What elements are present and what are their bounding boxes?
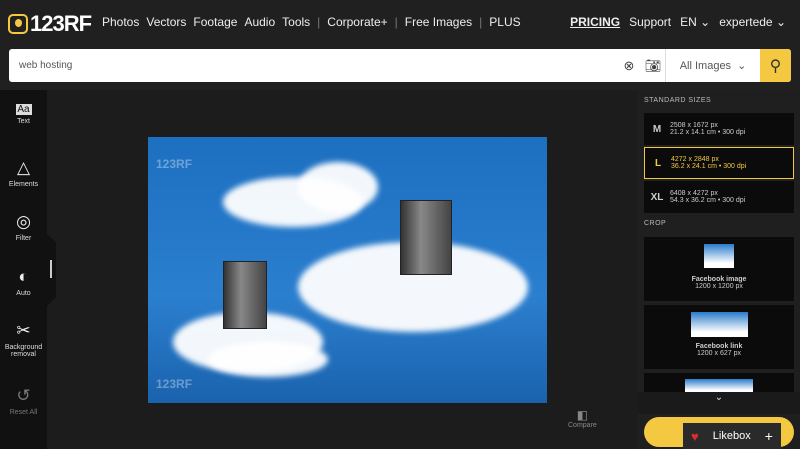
size-panel: STANDARD SIZES M 2508 x 1672 px 21.2 x 14.… [638,90,800,449]
user-menu[interactable]: expertede ⌄ [719,15,786,29]
chevron-down-icon: ⌄ [775,15,786,29]
size-option-l[interactable]: L 4272 x 2848 px 36.2 x 24.1 cm • 300 dpi [644,147,794,179]
crop-option[interactable] [644,373,794,393]
nav-photos[interactable]: Photos [102,15,139,29]
nav-plus[interactable]: PLUS [489,15,520,29]
size-option-xl[interactable]: XL 6408 x 4272 px 54.3 x 36.2 cm • 300 dpi [644,181,794,213]
search-bar: ⊗ 📷︎ All Images⌄ ⚲ [9,49,791,82]
chevron-down-icon: ⌄ [700,15,711,29]
tool-text[interactable]: Aa Text [0,104,47,125]
compare-button[interactable]: ◧ Compare [568,408,597,429]
chevron-down-icon: ⌄ [737,60,747,72]
likebox-bar[interactable]: ♥ Likebox + [683,423,781,449]
search-icon: ⚲ [769,57,782,75]
search-button[interactable]: ⚲ [760,49,791,82]
camera-icon[interactable]: 📷︎ [641,58,665,74]
logo-icon [8,14,28,34]
divider: | [317,15,321,29]
shapes-icon: △ [16,158,31,177]
watermark: 123RF [156,157,193,171]
divider: | [394,15,398,29]
auto-icon: ◐ [18,267,29,286]
language-select[interactable]: EN ⌄ [680,15,710,29]
watermark: 123RF [156,377,193,391]
scissors-icon: ✂ [16,321,31,340]
logo[interactable]: 123RF [8,11,92,37]
tool-background-removal[interactable]: ✂ Background removal [0,321,47,358]
undo-icon: ↺ [16,386,31,405]
show-more-button[interactable]: ⌄ [638,392,800,414]
preview-image: 123RF 123RF [148,137,547,403]
divider: | [479,15,483,29]
tool-filter[interactable]: ◎ Filter [0,212,47,242]
nav-free-images[interactable]: Free Images [405,15,472,29]
image-type-select[interactable]: All Images ⌄ [665,49,760,82]
size-option-m[interactable]: M 2508 x 1672 px 21.2 x 14.1 cm • 300 dpi [644,113,794,145]
heart-icon: ♥ [691,428,699,444]
text-icon: Aa [15,104,32,115]
compare-icon: ◧ [576,408,589,422]
reset-all-button[interactable]: ↺ Reset All [0,386,47,416]
filter-icon: ◎ [16,212,31,231]
tool-sidebar: Aa Text △ Elements ◎ Filter ◐ Auto ✂ Backgrou… [0,90,47,449]
nav-tools[interactable]: Tools [282,15,310,29]
standard-sizes-title: STANDARD SIZES [644,97,712,104]
support-link[interactable]: Support [629,15,671,29]
tool-auto[interactable]: ◐ Auto [0,267,47,297]
nav-footage[interactable]: Footage [193,15,237,29]
plus-icon[interactable]: + [765,428,773,444]
search-input[interactable] [9,60,617,71]
pricing-link[interactable]: PRICING [570,15,620,29]
crop-title: CROP [644,220,667,227]
chevron-down-icon: ⌄ [714,392,724,403]
crop-facebook-image[interactable]: Facebook image 1200 x 1200 px [644,237,794,301]
clear-icon[interactable]: ⊗ [617,58,641,74]
sidebar-collapse-handle[interactable] [47,234,56,306]
nav-audio[interactable]: Audio [244,15,275,29]
nav-corporate[interactable]: Corporate+ [327,15,387,29]
main-nav: Photos Vectors Footage Audio Tools | Cor… [102,15,521,29]
tool-elements[interactable]: △ Elements [0,158,47,188]
header: 123RF Photos Vectors Footage Audio Tools… [0,0,800,90]
nav-vectors[interactable]: Vectors [146,15,186,29]
crop-facebook-link[interactable]: Facebook link 1200 x 627 px [644,305,794,369]
